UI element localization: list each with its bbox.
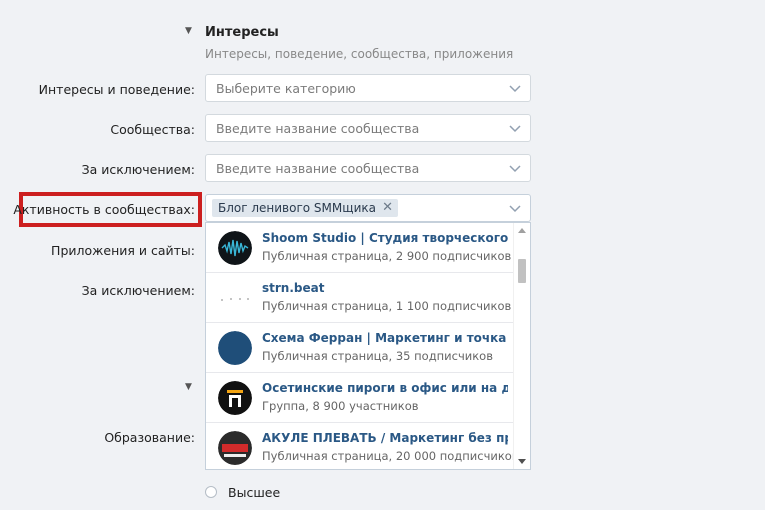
community-meta: Публичная страница, 35 подписчиков [262,349,493,363]
communities-input[interactable]: Введите название сообщества [205,114,531,142]
blue-circle-avatar [218,331,252,365]
activity-label: Активность в сообществах: [13,202,195,217]
list-item[interactable]: АКУЛЕ ПЛЕВАТЬ / Маркетинг без прав... Пу… [206,423,519,469]
list-item[interactable]: Shoom Studio | Студия творческого раз...… [206,223,515,273]
activity-input[interactable]: Блог ленивого SMMщика ✕ [205,194,531,222]
community-name: АКУЛЕ ПЛЕВАТЬ / Маркетинг без прав... [262,431,508,445]
waveform-avatar [218,231,252,265]
community-meta: Публичная страница, 2 900 подписчиков [262,249,512,263]
community-meta: Публичная страница, 1 100 подписчиков [262,299,512,313]
community-suggestions-dropdown: Shoom Studio | Студия творческого раз...… [205,222,531,470]
dropdown-scrollbar[interactable] [513,223,530,469]
community-meta: Группа, 8 900 участников [262,399,419,413]
interests-placeholder: Выберите категорию [216,81,356,96]
chevron-down-icon [509,165,521,173]
scroll-down-icon[interactable] [518,459,526,464]
list-item[interactable]: strn.beat Публичная страница, 1 100 подп… [206,273,515,323]
exclude-communities-label: За исключением: [81,162,195,177]
interests-collapse-icon[interactable]: ▼ [185,26,192,36]
community-name: Осетинские пироги в офис или на дом! [262,381,508,395]
exclude-communities-input[interactable]: Введите название сообщества [205,154,531,182]
community-meta: Публичная страница, 20 000 подписчиков [262,449,519,463]
education-label: Образование: [104,430,195,445]
chevron-down-icon [509,85,521,93]
interests-select[interactable]: Выберите категорию [205,74,531,102]
communities-placeholder: Введите название сообщества [216,121,420,136]
apps-label: Приложения и сайты: [51,243,195,258]
communities-label: Сообщества: [110,122,195,137]
selected-community-token: Блог ленивого SMMщика ✕ [212,199,398,217]
scroll-thumb[interactable] [518,259,526,283]
dots-avatar [218,281,252,315]
education-collapse-icon[interactable]: ▼ [185,382,192,392]
chevron-down-icon[interactable] [509,202,521,214]
chevron-down-icon [509,125,521,133]
akule-avatar [218,431,252,465]
community-name: Shoom Studio | Студия творческого раз... [262,231,508,245]
community-name: Схема Ферран | Маркетинг и точка без... [262,331,508,345]
exclude-communities-placeholder: Введите название сообщества [216,161,420,176]
remove-token-icon[interactable]: ✕ [382,199,393,217]
apps-exclude-label: За исключением: [81,283,195,298]
interests-section-title[interactable]: Интересы [205,25,279,40]
scroll-up-icon[interactable] [518,228,526,233]
community-name: strn.beat [262,281,325,295]
token-label: Блог ленивого SMMщика [218,201,376,215]
interests-label: Интересы и поведение: [38,82,195,97]
education-radio-higher[interactable] [205,486,217,498]
p-logo-avatar [218,381,252,415]
list-item[interactable]: Осетинские пироги в офис или на дом! Гру… [206,373,515,423]
education-option-label[interactable]: Высшее [228,485,280,500]
interests-section-subtitle: Интересы, поведение, сообщества, приложе… [205,47,514,61]
list-item[interactable]: Схема Ферран | Маркетинг и точка без... … [206,323,515,373]
